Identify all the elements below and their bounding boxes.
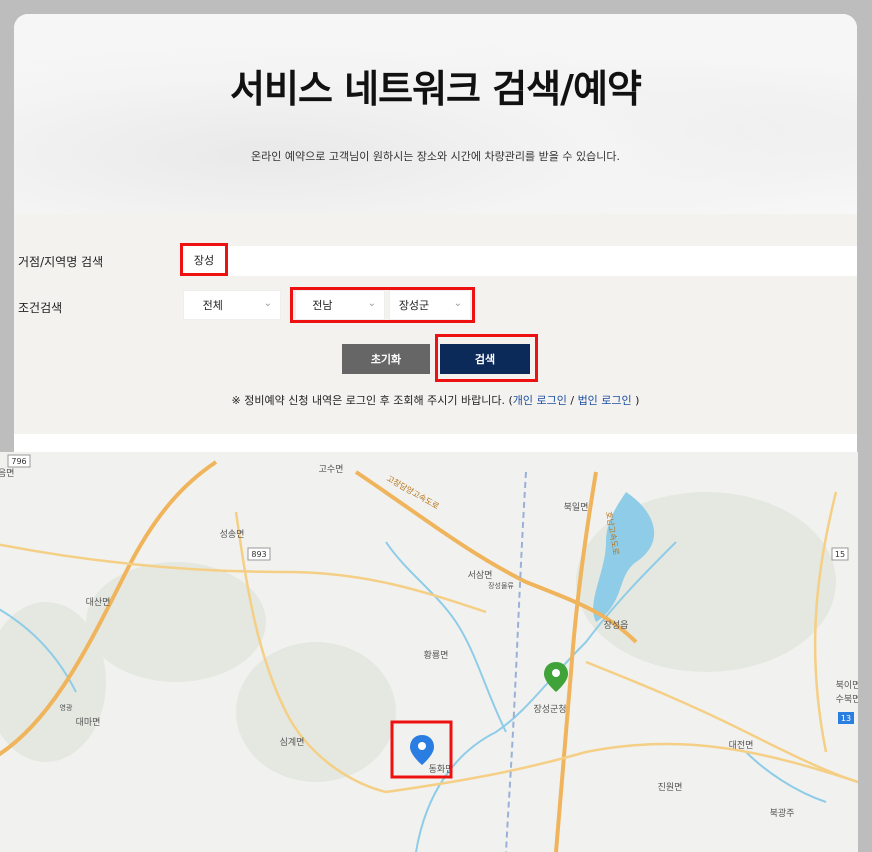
- road-shield-15: 15: [831, 547, 849, 561]
- notice-text: ※ 정비예약 신청 내역은 로그인 후 조회해 주시기 바랍니다. (: [231, 394, 513, 407]
- page-subtitle: 온라인 예약으로 고객님이 원하시는 장소와 시간에 차량관리를 받을 수 있습…: [251, 150, 620, 163]
- login-notice: ※ 정비예약 신청 내역은 로그인 후 조회해 주시기 바랍니다. (개인 로그…: [14, 392, 857, 408]
- place-yeonggwang: 영광: [60, 703, 73, 712]
- place-jangseong-eup: 장성읍: [604, 620, 629, 631]
- search-keyword[interactable]: 장성: [180, 243, 228, 276]
- place-seosam: 서삼면: [468, 570, 493, 581]
- highlight-search-button: [435, 334, 538, 382]
- notice-separator: /: [566, 394, 578, 407]
- place-gosu: 고수면: [319, 464, 344, 475]
- place-logistics: 장성물류: [488, 581, 514, 590]
- road-shield-13: 13: [838, 712, 854, 724]
- shield-13-text: 13: [841, 714, 851, 723]
- highlight-region-selects: [290, 287, 475, 323]
- place-gongeum: 공음면: [0, 468, 14, 479]
- place-jinwon: 진원면: [658, 782, 683, 793]
- type-select[interactable]: 전체 ⌄: [183, 290, 281, 320]
- place-hwangnyong: 황룡면: [424, 650, 449, 661]
- type-select-value: 전체: [202, 299, 223, 312]
- place-daejeon: 대전면: [729, 740, 754, 751]
- corporate-login-link[interactable]: 법인 로그인: [578, 394, 632, 407]
- hero-banner: [14, 14, 857, 214]
- place-samgye: 심계면: [280, 736, 305, 748]
- place-county-office: 장성군청: [533, 704, 566, 715]
- search-keyword-text: 장성: [193, 253, 215, 267]
- chevron-down-icon: ⌄: [263, 298, 272, 309]
- shield-796-text: 796: [11, 457, 26, 466]
- place-daesan: 대산면: [86, 597, 111, 608]
- place-bugi: 북이면: [836, 680, 858, 691]
- personal-login-link[interactable]: 개인 로그인: [513, 394, 567, 407]
- reset-button[interactable]: 초기화: [342, 344, 430, 374]
- shield-15-text: 15: [835, 550, 845, 559]
- place-daema: 대마면: [76, 717, 101, 728]
- place-bugil: 북일면: [564, 502, 589, 513]
- place-subuk: 수북면: [836, 694, 858, 705]
- notice-suffix: ): [631, 394, 640, 407]
- page-title: 서비스 네트워크 검색/예약: [230, 67, 642, 111]
- shield-893-text: 893: [251, 550, 266, 559]
- road-shield-796: 796: [7, 454, 31, 468]
- place-seongsong: 성송면: [220, 529, 245, 540]
- road-shield-893: 893: [247, 547, 271, 561]
- search-label: 거점/지역명 검색: [18, 255, 104, 269]
- place-bukgwangju: 북광주: [770, 807, 795, 819]
- condition-label: 조건검색: [18, 301, 63, 315]
- search-input[interactable]: [180, 246, 857, 276]
- service-map[interactable]: 796 893 15 13 고수면 성송면 대산면 대마면 심계면 황룡면 서삼…: [0, 452, 858, 852]
